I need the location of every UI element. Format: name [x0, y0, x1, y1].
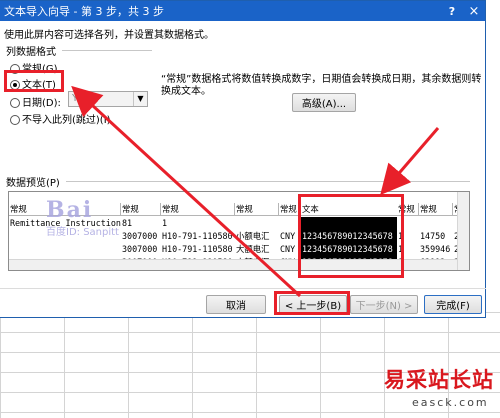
preview-cell: 3007000	[122, 244, 158, 254]
help-button[interactable]: ?	[441, 5, 463, 18]
text-import-wizard-dialog: 文本导入向导 - 第 3 步，共 3 步 ? × 使用此屏内容可选择各列，并设置…	[0, 0, 486, 318]
date-format-value: YMD	[72, 93, 95, 104]
finish-button[interactable]: 完成(F)	[424, 295, 482, 314]
intro-text: 使用此屏内容可选择各列，并设置其数据格式。	[4, 30, 214, 41]
radio-circle	[10, 98, 20, 108]
preview-cell: 大额电汇	[236, 244, 270, 254]
cancel-button[interactable]: 取消	[206, 295, 266, 314]
baidu-watermark: Bai 百度ID: Sanpitt	[46, 197, 119, 238]
radio-date-label: 日期(D):	[22, 98, 61, 109]
watermark-text: 百度ID: Sanpitt	[46, 227, 119, 238]
title-bar: 文本导入向导 - 第 3 步，共 3 步 ? ×	[0, 1, 485, 21]
column-format-label: 列数据格式	[6, 47, 56, 58]
preview-cell: 1	[162, 218, 168, 228]
format-description-line2: 换成文本。	[161, 86, 211, 97]
divider	[0, 288, 486, 289]
annotation-box-text-option	[4, 70, 64, 92]
preview-cell: 3007000	[122, 231, 158, 241]
close-button[interactable]: ×	[463, 4, 485, 19]
preview-cell: 81	[122, 218, 133, 228]
dialog-title: 文本导入向导 - 第 3 步，共 3 步	[4, 5, 164, 18]
radio-date[interactable]: 日期(D):	[10, 94, 61, 109]
column-header[interactable]: 常规	[161, 203, 235, 216]
column-header[interactable]: 常规	[235, 203, 279, 216]
advanced-button[interactable]: 高级(A)...	[292, 93, 356, 112]
data-preview-label: 数据预览(P)	[6, 178, 60, 189]
group-divider	[62, 50, 152, 51]
watermark-logo: Bai	[46, 197, 94, 223]
column-header[interactable]: 常规	[121, 203, 161, 216]
radio-circle	[10, 115, 20, 125]
group-divider	[66, 181, 470, 182]
radio-skip[interactable]: 不导入此列(跳过)(I)	[10, 111, 111, 126]
brand-url: easck.com	[412, 396, 489, 409]
preview-cell: H10-791-110580	[162, 244, 233, 254]
chevron-down-icon: ▼	[133, 92, 147, 106]
site-brand-watermark: 易采站长站 easck.com	[376, 362, 500, 418]
next-button[interactable]: 下一步(N) >	[350, 295, 418, 314]
preview-cell: H10-791-110580	[162, 231, 233, 241]
column-header[interactable]: 常规	[419, 203, 453, 216]
brand-name: 易采站长站	[384, 367, 494, 392]
vertical-scrollbar[interactable]	[457, 192, 469, 270]
date-format-select[interactable]: YMD ▼	[68, 91, 148, 107]
annotation-box-back-button	[274, 291, 350, 315]
preview-cell: 小额电汇	[236, 231, 270, 241]
radio-skip-label: 不导入此列(跳过)(I)	[22, 115, 111, 126]
preview-cell: 14750	[420, 231, 446, 241]
annotation-box-text-column	[298, 194, 404, 278]
preview-cell: 359946	[420, 244, 451, 254]
